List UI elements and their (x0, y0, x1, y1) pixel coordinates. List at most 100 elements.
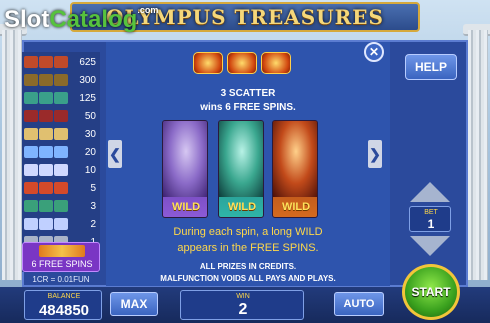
payout-value: 3 (90, 200, 96, 212)
balance-value: 484850 (38, 302, 90, 319)
scatter-icon (193, 52, 223, 74)
balance-display: BALANCE 484850 (24, 290, 102, 320)
symbol-icon (39, 92, 53, 104)
max-button-label: MAX (120, 297, 148, 311)
win-label: WIN (236, 293, 250, 300)
payout-value: 2 (90, 218, 96, 230)
chevron-left-icon: ❮ (109, 145, 121, 162)
symbol-icons (24, 128, 70, 140)
symbol-icon (24, 146, 38, 158)
payout-value: 625 (79, 56, 96, 68)
logo-catalog-text: Catalog (49, 6, 138, 33)
scatter-description: wins 6 FREE SPINS. (200, 102, 296, 113)
symbol-icon (54, 200, 68, 212)
wild-card-ares: WILD (272, 120, 318, 218)
paytable-row: 2 (24, 216, 98, 232)
symbol-icon (54, 164, 68, 176)
paytable-row: 50 (24, 108, 98, 124)
scatter-icon (261, 52, 291, 74)
paytable-row: 125 (24, 90, 98, 106)
credit-rate: 1CR = 0.01FUN (32, 275, 90, 284)
previous-page-button[interactable]: ❮ (108, 140, 122, 168)
paytable-row: 3 (24, 198, 98, 214)
watermark-logo: SlotCatalog.com (4, 5, 159, 34)
max-bet-button[interactable]: MAX (110, 292, 158, 316)
symbol-icon (39, 164, 53, 176)
symbol-icons (24, 74, 70, 86)
symbol-icon (24, 110, 38, 122)
wild-label: WILD (171, 201, 201, 213)
bet-display: BET 1 (409, 206, 451, 232)
wild-description-line1: During each spin, a long WILD (173, 226, 323, 238)
symbol-icon (39, 110, 53, 122)
malfunction-notice: MALFUNCTION VOIDS ALL PAYS AND PLAYS. (160, 274, 336, 283)
payout-value: 125 (79, 92, 96, 104)
symbol-icon (39, 146, 53, 158)
scatter-icons (39, 245, 85, 257)
poseidon-figure (219, 121, 263, 197)
help-button-label: HELP (414, 60, 447, 74)
wild-card-poseidon: WILD (218, 120, 264, 218)
help-button[interactable]: HELP (405, 54, 457, 80)
balance-label: BALANCE (47, 293, 81, 300)
paytable-row: 300 (24, 72, 98, 88)
symbol-icons (24, 110, 70, 122)
symbol-icon (24, 218, 38, 230)
paytable-row: 625 (24, 54, 98, 70)
credits-notice: ALL PRIZES IN CREDITS. (199, 262, 297, 271)
logo-slot-text: Slot (4, 6, 50, 33)
zeus-figure (163, 121, 207, 197)
free-spins-row: 6 FREE SPINS (22, 242, 100, 272)
right-column (468, 30, 488, 280)
symbol-icons (24, 92, 70, 104)
payout-value: 30 (84, 128, 96, 140)
paytable: 625 300 125 50 30 20 10 5 3 2 (22, 52, 100, 272)
win-value: 2 (238, 301, 248, 318)
free-spins-label: 6 FREE SPINS (31, 259, 93, 269)
symbol-icon (24, 56, 38, 68)
symbol-icons (24, 56, 70, 68)
scatter-icon (227, 52, 257, 74)
symbol-icon (24, 128, 38, 140)
paytable-row: 5 (24, 180, 98, 196)
start-spin-button[interactable]: START (402, 264, 460, 320)
symbol-icon (39, 200, 53, 212)
symbol-icon (54, 92, 68, 104)
wild-card-zeus: WILD (162, 120, 208, 218)
close-button[interactable]: ✕ (364, 42, 384, 62)
symbol-icon (54, 182, 68, 194)
symbol-icon (24, 200, 38, 212)
paytable-row: 20 (24, 144, 98, 160)
symbol-icon (54, 74, 68, 86)
wild-label: WILD (227, 201, 257, 213)
auto-button-label: AUTO (343, 298, 375, 310)
symbol-icon (54, 110, 68, 122)
symbol-icon (39, 74, 53, 86)
symbol-icons (24, 218, 70, 230)
paytable-row: 30 (24, 126, 98, 142)
scatter-title: 3 SCATTER (220, 88, 276, 99)
symbol-icon (24, 92, 38, 104)
wild-description-line2: appears in the FREE SPINS. (177, 242, 319, 254)
logo-com-text: .com (137, 5, 159, 15)
win-display: WIN 2 (180, 290, 304, 320)
symbol-icon (24, 182, 38, 194)
payout-value: 5 (90, 182, 96, 194)
close-icon: ✕ (368, 45, 380, 59)
payout-value: 300 (79, 74, 96, 86)
symbol-icons (24, 182, 70, 194)
bet-label: BET (424, 209, 438, 216)
bet-value: 1 (427, 217, 435, 231)
left-column (2, 30, 22, 280)
chevron-right-icon: ❯ (369, 145, 381, 162)
payout-value: 50 (84, 110, 96, 122)
symbol-icon (54, 56, 68, 68)
symbol-icon (24, 74, 38, 86)
next-page-button[interactable]: ❯ (368, 140, 382, 168)
symbol-icon (54, 218, 68, 230)
start-button-label: START (411, 285, 451, 299)
symbol-icon (24, 164, 38, 176)
symbol-icon (39, 128, 53, 140)
autoplay-button[interactable]: AUTO (334, 292, 384, 316)
scatter-symbols (193, 52, 291, 74)
